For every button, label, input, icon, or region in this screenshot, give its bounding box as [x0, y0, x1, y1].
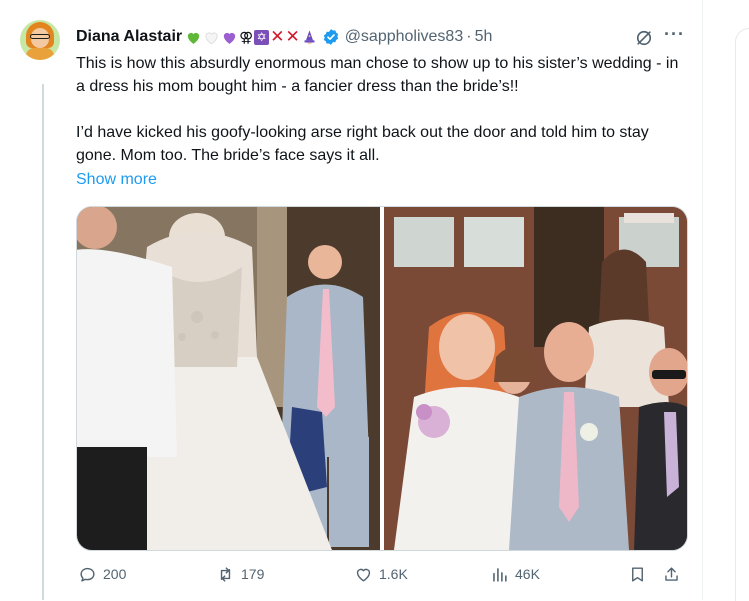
side-panel-edge	[735, 28, 749, 601]
red-x-icon: ✕	[270, 27, 285, 46]
wizard-icon	[304, 29, 315, 44]
tweet-header: Diana Alastair ⚢ ✡ ✕ ✕ @sappholives83 · …	[76, 26, 492, 48]
sapphic-symbol-icon: ⚢	[239, 29, 254, 45]
tweet-body: This is how this absurdly enormous man c…	[76, 52, 686, 167]
verified-badge-icon[interactable]	[322, 28, 340, 46]
analytics-icon	[493, 567, 507, 582]
media-grid	[76, 206, 688, 551]
wedding-dress-photo[interactable]	[77, 207, 380, 550]
bookmark-icon	[632, 566, 643, 582]
like-button[interactable]: 1.6K	[354, 562, 408, 586]
action-bar: 200 179 1.6K 46K	[76, 562, 686, 586]
repost-icon	[220, 566, 231, 582]
reply-icon	[80, 567, 95, 582]
red-x-icon: ✕	[285, 27, 300, 46]
avatar[interactable]	[20, 20, 60, 60]
separator-dot: ·	[466, 28, 472, 45]
timestamp[interactable]: 5h	[475, 28, 493, 46]
share-icon	[665, 566, 678, 581]
purple-heart-icon	[223, 32, 236, 44]
tweet-paragraph-2: I’d have kicked his goofy-looking arse r…	[76, 124, 649, 164]
thread-connector-line	[42, 84, 44, 600]
heart-icon	[356, 568, 371, 582]
author-name[interactable]: Diana Alastair	[76, 28, 182, 46]
tweet-paragraph-1: This is how this absurdly enormous man c…	[76, 55, 679, 95]
column-divider	[702, 0, 703, 600]
reply-button[interactable]: 200	[78, 562, 126, 586]
grok-icon[interactable]	[634, 28, 654, 48]
star-of-david-icon: ✡	[254, 29, 270, 45]
more-options-icon[interactable]: ···	[664, 25, 686, 48]
emoji-badges: ⚢ ✡ ✕ ✕	[185, 27, 318, 46]
views-button[interactable]: 46K	[490, 562, 540, 586]
bookmark-button[interactable]	[628, 562, 647, 586]
share-button[interactable]	[662, 562, 681, 586]
wedding-group-photo[interactable]	[384, 207, 687, 550]
like-count: 1.6K	[379, 566, 408, 582]
repost-button[interactable]: 179	[216, 562, 264, 586]
white-heart-icon	[205, 32, 218, 44]
reply-count: 200	[103, 566, 127, 582]
repost-count: 179	[241, 566, 265, 582]
show-more-link[interactable]: Show more	[76, 171, 157, 189]
view-count: 46K	[515, 566, 540, 582]
author-handle[interactable]: @sappholives83	[345, 28, 464, 46]
green-heart-icon	[187, 32, 200, 44]
